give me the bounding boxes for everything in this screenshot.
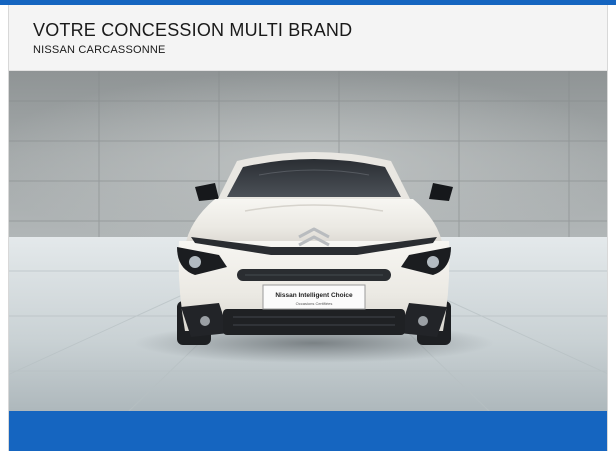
- dealer-card[interactable]: VOTRE CONCESSION MULTI BRAND NISSAN CARC…: [8, 5, 608, 451]
- vehicle-photo[interactable]: Nissan Intelligent Choice Occasions Cert…: [9, 71, 608, 411]
- dealer-subtitle: NISSAN CARCASSONNE: [33, 44, 166, 56]
- plate-subtext: Occasions Certifiées: [296, 301, 333, 306]
- bottom-gap: [0, 451, 616, 457]
- page-frame: VOTRE CONCESSION MULTI BRAND NISSAN CARC…: [0, 0, 616, 457]
- plate-text: Nissan Intelligent Choice: [275, 292, 353, 299]
- blue-footer-bar[interactable]: [9, 411, 607, 451]
- card-header: VOTRE CONCESSION MULTI BRAND NISSAN CARC…: [9, 5, 607, 71]
- dealer-title: VOTRE CONCESSION MULTI BRAND: [33, 20, 353, 40]
